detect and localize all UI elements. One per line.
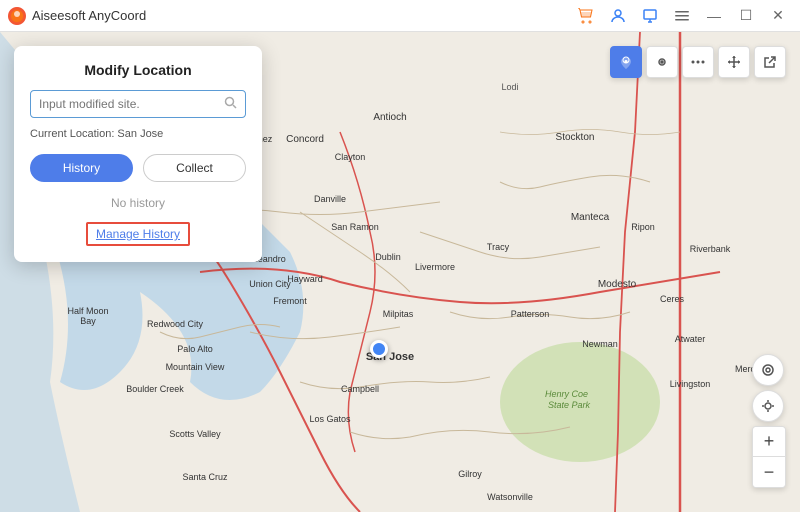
modify-location-panel: Modify Location Current Location: San Jo… (14, 46, 262, 262)
map-area[interactable]: Henry Coe State Park Antioch Concord Cla… (0, 32, 800, 512)
user-icon[interactable] (604, 4, 632, 28)
svg-text:Milpitas: Milpitas (383, 309, 414, 319)
svg-text:Hayward: Hayward (287, 274, 323, 284)
manage-history-button[interactable]: Manage History (86, 222, 190, 246)
svg-text:Stockton: Stockton (556, 132, 595, 143)
my-location-button[interactable] (752, 390, 784, 422)
svg-text:Fremont: Fremont (273, 296, 307, 306)
search-box[interactable] (30, 90, 246, 118)
zoom-in-button[interactable]: + (753, 427, 785, 457)
tab-buttons: History Collect (30, 154, 246, 182)
app-logo (8, 7, 26, 25)
svg-text:Bay: Bay (80, 316, 96, 326)
svg-text:Concord: Concord (286, 134, 324, 145)
zoom-controls: + − (752, 426, 786, 488)
svg-text:Modesto: Modesto (598, 279, 637, 290)
svg-text:Patterson: Patterson (511, 309, 550, 319)
titlebar-icons: — ☐ ✕ (572, 4, 792, 28)
svg-text:Ripon: Ripon (631, 222, 655, 232)
panel-title: Modify Location (30, 62, 246, 78)
svg-text:Danville: Danville (314, 194, 346, 204)
map-controls-bottom-right: + − (752, 354, 786, 488)
svg-text:Union City: Union City (249, 279, 291, 289)
svg-text:Watsonville: Watsonville (487, 492, 533, 502)
minimize-button[interactable]: — (700, 4, 728, 28)
collect-tab[interactable]: Collect (143, 154, 246, 182)
waypoints-button[interactable] (682, 46, 714, 78)
app-title: Aiseesoft AnyCoord (32, 8, 572, 23)
manage-history-wrapper: Manage History (30, 222, 246, 246)
no-history-text: No history (30, 196, 246, 210)
svg-text:Livingston: Livingston (670, 379, 711, 389)
svg-text:Dublin: Dublin (375, 252, 401, 262)
search-input[interactable] (39, 97, 224, 111)
close-button[interactable]: ✕ (764, 4, 792, 28)
geofence-button[interactable] (752, 354, 784, 386)
svg-text:Palo Alto: Palo Alto (177, 344, 213, 354)
location-marker (370, 340, 388, 358)
maximize-button[interactable]: ☐ (732, 4, 760, 28)
svg-text:Half Moon: Half Moon (67, 306, 108, 316)
svg-text:Newman: Newman (582, 339, 618, 349)
svg-text:Mountain View: Mountain View (166, 362, 225, 372)
svg-text:Gilroy: Gilroy (458, 469, 482, 479)
svg-text:Los Gatos: Los Gatos (309, 414, 351, 424)
svg-text:Scotts Valley: Scotts Valley (169, 429, 221, 439)
svg-text:Santa Cruz: Santa Cruz (182, 472, 228, 482)
shop-icon[interactable] (572, 4, 600, 28)
svg-text:Atwater: Atwater (675, 334, 706, 344)
menu-icon[interactable] (668, 4, 696, 28)
svg-text:Manteca: Manteca (571, 212, 610, 223)
titlebar: Aiseesoft AnyCoord — ☐ ✕ (0, 0, 800, 32)
zoom-out-button[interactable]: − (753, 457, 785, 487)
svg-text:Campbell: Campbell (341, 384, 379, 394)
location-pin-button[interactable] (610, 46, 642, 78)
svg-text:San Ramon: San Ramon (331, 222, 379, 232)
search-icon (224, 96, 237, 112)
svg-text:Boulder Creek: Boulder Creek (126, 384, 184, 394)
svg-text:State Park: State Park (548, 400, 591, 410)
route-button[interactable] (646, 46, 678, 78)
svg-text:Clayton: Clayton (335, 152, 366, 162)
svg-text:Riverbank: Riverbank (690, 244, 731, 254)
map-controls-top-right (610, 46, 786, 78)
export-button[interactable] (754, 46, 786, 78)
svg-text:Livermore: Livermore (415, 262, 455, 272)
svg-text:Redwood City: Redwood City (147, 319, 204, 329)
current-location-label: Current Location: San Jose (30, 128, 246, 140)
svg-text:Antioch: Antioch (373, 112, 406, 123)
svg-text:Lodi: Lodi (501, 82, 518, 92)
history-tab[interactable]: History (30, 154, 133, 182)
move-button[interactable] (718, 46, 750, 78)
svg-text:Ceres: Ceres (660, 294, 685, 304)
svg-text:Tracy: Tracy (487, 242, 510, 252)
monitor-icon[interactable] (636, 4, 664, 28)
svg-text:Henry Coe: Henry Coe (545, 389, 588, 399)
